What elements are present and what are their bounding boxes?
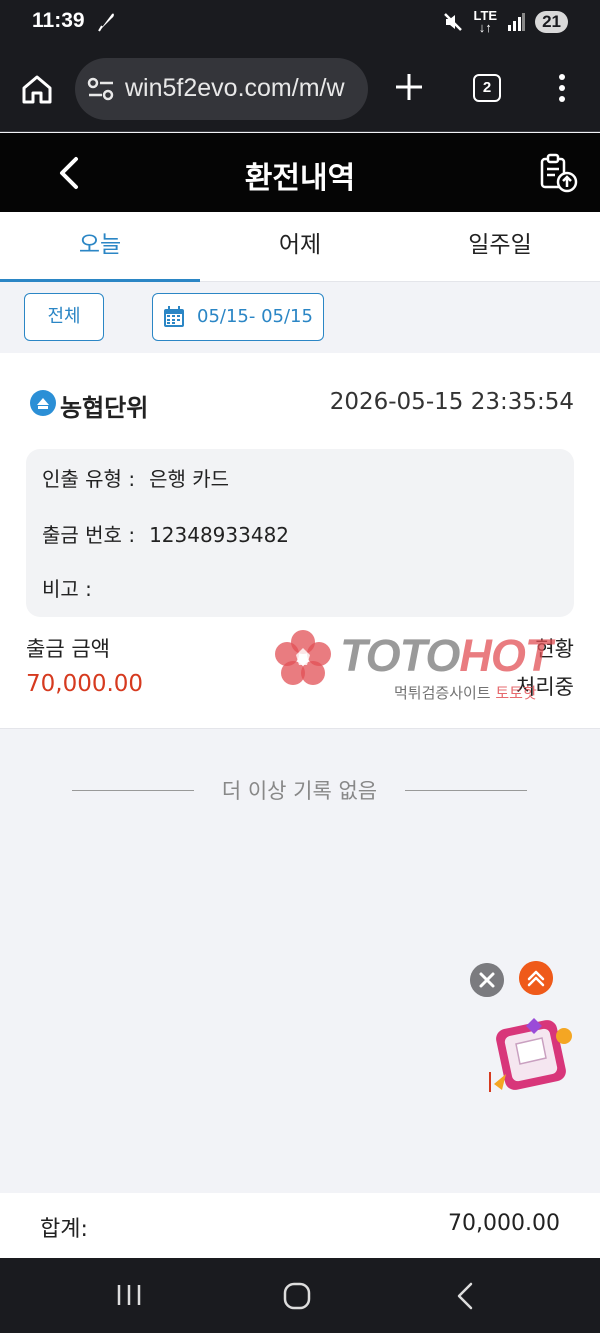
date-range-button[interactable]: 05/15- 05/15 (152, 293, 324, 341)
date-range-label: 05/15- 05/15 (197, 306, 313, 327)
bank-name: 농협단위 (60, 394, 149, 422)
system-nav-bar (0, 1258, 600, 1333)
withdraw-type-label: 인출 유형 : (42, 467, 136, 491)
tab-today[interactable]: 오늘 (0, 212, 200, 282)
tab-switcher-button[interactable]: 2 (473, 74, 501, 102)
tab-week[interactable]: 일주일 (400, 212, 600, 281)
site-settings-icon[interactable] (87, 77, 115, 101)
feather-icon (98, 13, 114, 32)
scroll-top-icon[interactable] (519, 961, 553, 995)
gift-event-icon[interactable] (486, 1014, 582, 1096)
account-value: 12348933482 (149, 523, 290, 547)
total-label: 합계: (40, 1217, 88, 1242)
home-button-icon[interactable] (283, 1282, 311, 1310)
total-value: 70,000.00 (448, 1211, 560, 1236)
withdrawal-record: 농협단위 2026-05-15 23:35:54 인출 유형 : 은행 카드 출금… (0, 353, 600, 729)
bank-logo-icon (30, 390, 56, 416)
url-text[interactable]: win5f2evo.com/m/w (125, 74, 345, 103)
tab-yesterday[interactable]: 어제 (200, 212, 400, 281)
no-more-records-text: 더 이상 기록 없음 (221, 779, 378, 803)
recent-apps-icon[interactable] (116, 1283, 142, 1307)
battery-badge: 21 (535, 11, 568, 33)
close-icon[interactable] (470, 963, 504, 997)
withdraw-type-row: 인출 유형 : 은행 카드 (42, 463, 229, 492)
page-title: 환전내역 (244, 161, 356, 196)
memo-row: 비고 : (42, 573, 106, 602)
withdraw-type-value: 은행 카드 (149, 467, 230, 491)
system-back-icon[interactable] (455, 1281, 475, 1311)
amount-value: 70,000.00 (26, 671, 144, 697)
address-bar[interactable]: win5f2evo.com/m/w (75, 58, 368, 120)
status-time: 11:39 (32, 9, 85, 32)
browser-toolbar: win5f2evo.com/m/w 2 (0, 44, 600, 132)
account-row: 출금 번호 : 12348933482 (42, 519, 289, 548)
new-tab-icon[interactable] (394, 72, 424, 102)
all-filter-button[interactable]: 전체 (24, 293, 104, 341)
signal-icon (508, 13, 526, 31)
record-datetime: 2026-05-15 23:35:54 (329, 389, 574, 415)
total-bar: 합계: 70,000.00 (0, 1193, 600, 1258)
memo-label: 비고 : (42, 577, 92, 601)
status-value: 처리중 (516, 675, 574, 699)
account-label: 출금 번호 : (42, 523, 136, 547)
calendar-icon (164, 306, 184, 327)
record-details: 인출 유형 : 은행 카드 출금 번호 : 12348933482 비고 : (26, 449, 574, 617)
period-tabs: 오늘 어제 일주일 (0, 212, 600, 282)
amount-label: 출금 금액 (26, 637, 110, 661)
status-label: 현황 (535, 637, 574, 661)
network-type: LTE ↓↑ (473, 8, 498, 35)
status-bar: 11:39 LTE ↓↑ 21 (0, 0, 600, 44)
mute-icon (444, 13, 463, 31)
app-header: 환전내역 (0, 133, 600, 212)
status-icons: LTE ↓↑ 21 (443, 8, 568, 35)
no-more-records: 더 이상 기록 없음 (72, 775, 527, 807)
document-upload-icon[interactable] (538, 153, 578, 193)
more-menu-icon[interactable] (550, 72, 574, 104)
home-icon[interactable] (20, 72, 54, 106)
filter-row: 전체 05/15- 05/15 (0, 283, 600, 353)
